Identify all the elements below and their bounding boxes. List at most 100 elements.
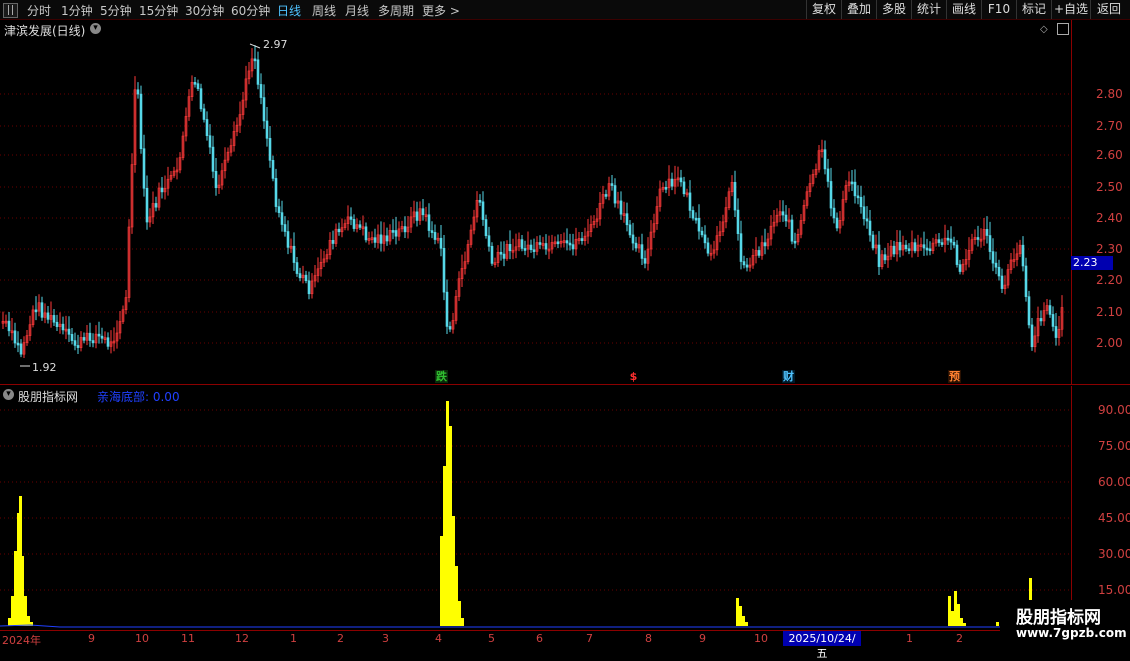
tab-monthly[interactable]: 月线 [345,2,369,19]
candle-body [106,337,110,347]
price-tick: 2.40 [1096,211,1123,225]
candle-body [694,217,698,221]
candle-body [352,219,356,229]
candle-body [304,274,308,282]
candle-body [415,211,419,221]
candle-body [940,242,944,245]
candle-body [1039,318,1043,322]
candle-body [421,208,425,216]
month-label: 11 [181,632,195,645]
indicator-bar [27,616,30,626]
tab-fenshi[interactable]: 分时 [27,2,51,19]
month-label: 6 [536,632,543,645]
candle-body [307,280,311,295]
candle-body [829,181,833,209]
candle-body [280,212,284,225]
tab-5min[interactable]: 5分钟 [100,2,132,19]
event-finance-marker[interactable]: 财 [782,370,795,383]
tab-weekly[interactable]: 周线 [312,2,336,19]
candle-body [16,342,20,346]
mark-button[interactable]: 标记 [1016,0,1051,19]
tab-more[interactable]: 更多 > [422,2,460,19]
event-dividend-marker[interactable]: $ [627,370,640,383]
candle-body [67,328,71,335]
stock-title: 津滨发展(日线) [4,24,86,38]
candle-body [868,220,872,236]
candle-body [691,210,695,219]
tab-15min[interactable]: 15分钟 [139,2,178,19]
kline-chart[interactable] [0,20,1070,384]
month-label: 4 [435,632,442,645]
overlay-button[interactable]: 叠加 [841,0,876,19]
event-forecast-marker[interactable]: 预 [948,370,961,383]
candle-body [100,335,104,339]
tab-daily[interactable]: 日线 [277,2,301,19]
indicator-collapse-icon[interactable]: ▾ [3,389,14,400]
tab-30min[interactable]: 30分钟 [185,2,224,19]
candle-body [781,211,785,216]
price-tick: 2.10 [1096,305,1123,319]
candle-body [733,182,737,211]
candle-body [790,219,794,242]
watermark-url: www.7gpzb.com [1016,626,1127,640]
candle-body [88,332,92,341]
candle-body [835,217,839,229]
window-toggle-icon[interactable] [1057,23,1069,35]
candle-body [988,235,992,252]
candle-body [883,254,887,261]
event-fall-marker[interactable]: 跌 [435,370,448,383]
candle-body [52,315,56,323]
candle-body [202,108,206,120]
chevron-right-icon: > [446,4,460,18]
candle-body [997,266,1001,277]
f10-button[interactable]: F10 [981,0,1016,19]
candle-body [214,171,218,189]
candle-body [61,323,65,331]
candle-body [385,235,389,242]
candle-body [211,146,215,172]
candle-body [898,242,902,251]
candle-body [205,119,209,136]
candle-body [706,242,710,254]
candle-body [379,234,383,244]
candle-body [994,262,998,268]
candle-body [697,217,701,232]
indicator-title: 股朋指标网 [18,390,79,404]
candle-body [703,234,707,244]
indicator-bar [455,566,458,626]
candle-body [160,187,164,193]
candle-body [688,192,692,211]
restore-rights-button[interactable]: 复权 [806,0,841,19]
month-label: 2 [956,632,963,645]
candle-body [991,251,995,264]
candle-body [439,237,443,249]
indicator-chart[interactable] [0,386,1070,630]
menu-icon[interactable] [3,3,18,18]
price-tick: 2.80 [1096,87,1123,101]
price-tick: 2.00 [1096,336,1123,350]
indicator-bar [951,611,954,626]
tab-60min[interactable]: 60分钟 [231,2,270,19]
candle-body [277,206,281,213]
tab-1min[interactable]: 1分钟 [61,2,93,19]
price-axis [1071,20,1130,384]
collapse-icon[interactable]: ▾ [90,23,101,34]
statistics-button[interactable]: 统计 [911,0,946,19]
candle-body [394,230,398,237]
price-tick: 2.20 [1096,273,1123,287]
month-label: 10 [754,632,768,645]
candle-body [736,209,740,234]
back-button[interactable]: 返回 [1090,0,1127,19]
draw-line-button[interactable]: 画线 [946,0,981,19]
candle-body [976,237,980,240]
candle-body [445,291,449,327]
candle-body [826,168,830,182]
indicator-bar [458,601,461,626]
diamond-icon[interactable]: ◇ [1040,24,1048,35]
candle-body [199,88,203,110]
month-label: 1 [906,632,913,645]
add-watchlist-button[interactable]: +自选 [1051,0,1090,19]
tab-multi-period[interactable]: 多周期 [378,2,414,19]
multi-stock-button[interactable]: 多股 [876,0,911,19]
candle-body [520,239,524,249]
